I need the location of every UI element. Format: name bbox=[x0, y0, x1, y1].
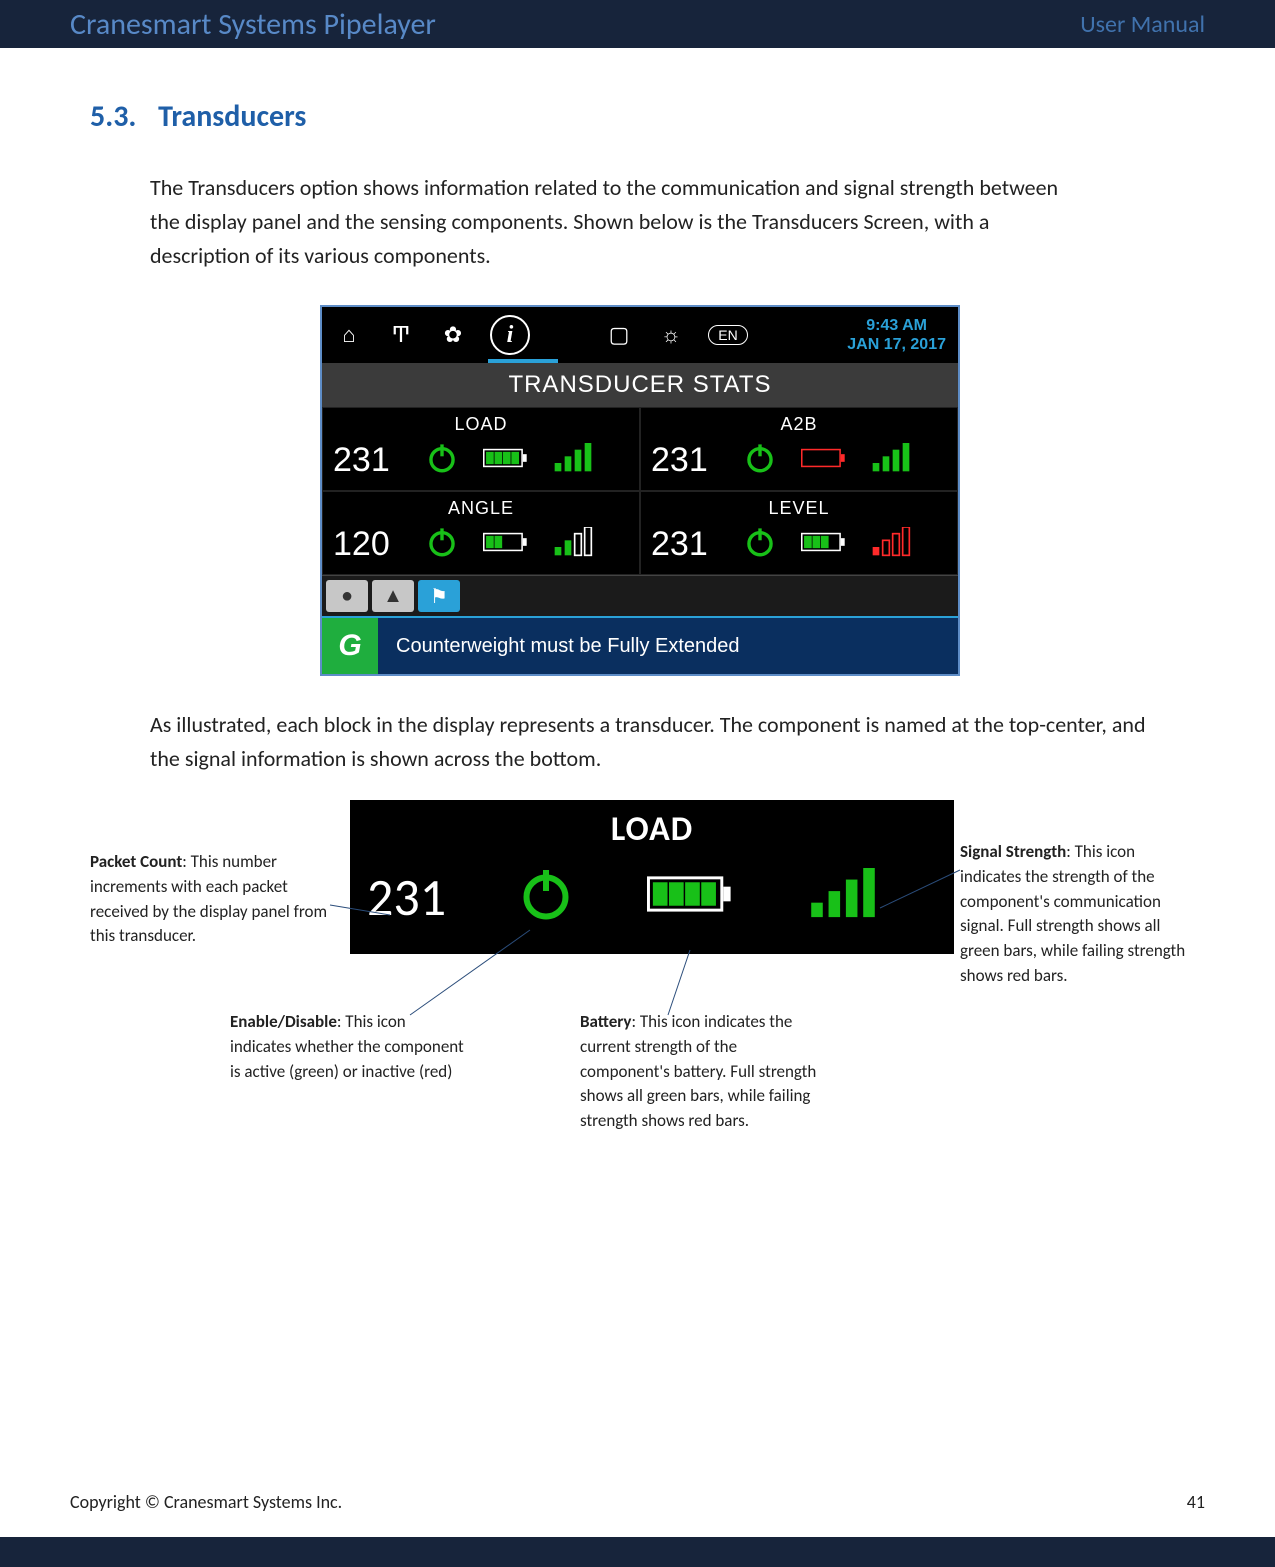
note-battery: Battery: This icon indicates the current… bbox=[580, 1010, 820, 1133]
power-icon bbox=[743, 441, 777, 480]
hook-icon[interactable]: Ͳ bbox=[386, 322, 416, 348]
device-screenshot: ⌂ Ͳ ✿ i ▢ ☼ EN 9:43 AM JAN 17, 2017 TRAN… bbox=[320, 305, 960, 676]
brightness-icon[interactable]: ☼ bbox=[656, 322, 686, 348]
power-icon bbox=[425, 525, 459, 564]
cell-label: A2B bbox=[651, 414, 947, 435]
note-title: Signal Strength bbox=[960, 841, 1066, 862]
copyright-text: Copyright © Cranesmart Systems Inc. bbox=[70, 1491, 342, 1513]
gear-icon[interactable]: ✿ bbox=[438, 322, 468, 348]
annotated-figure: LOAD 231 Packet Count: This number incre… bbox=[90, 800, 1185, 1200]
packet-count: 231 bbox=[333, 441, 401, 480]
transducer-grid: LOAD 231 A2B 231 bbox=[322, 407, 958, 575]
note-title: Enable/Disable bbox=[230, 1011, 337, 1032]
clock-datetime: 9:43 AM JAN 17, 2017 bbox=[847, 316, 946, 354]
product-title: Cranesmart Systems Pipelayer bbox=[70, 6, 436, 43]
stats-title: TRANSDUCER STATS bbox=[322, 363, 958, 407]
tab-warning-icon[interactable]: ▲ bbox=[372, 580, 414, 612]
section-title: Transducers bbox=[158, 98, 306, 135]
note-signal: Signal Strength: This icon indicates the… bbox=[960, 840, 1190, 988]
cell-level: LEVEL 231 bbox=[640, 491, 958, 575]
packet-count: 120 bbox=[333, 525, 401, 564]
page-number: 41 bbox=[1187, 1491, 1205, 1513]
battery-icon bbox=[483, 445, 529, 476]
doc-header: Cranesmart Systems Pipelayer User Manual bbox=[0, 0, 1275, 48]
note-packet-count: Packet Count: This number increments wit… bbox=[90, 850, 330, 949]
doc-type: User Manual bbox=[1080, 10, 1205, 39]
after-paragraph: As illustrated, each block in the displa… bbox=[150, 708, 1160, 776]
packet-count: 231 bbox=[651, 441, 719, 480]
time-text: 9:43 AM bbox=[847, 316, 946, 335]
signal-icon bbox=[553, 527, 593, 562]
alert-tabs: ● ▲ ⚑ bbox=[322, 575, 958, 618]
section-heading: 5.3. Transducers bbox=[90, 98, 1185, 135]
note-title: Packet Count bbox=[90, 851, 182, 872]
message-badge-icon: G bbox=[322, 618, 378, 674]
signal-icon bbox=[871, 443, 911, 478]
section-number: 5.3. bbox=[90, 98, 136, 135]
intro-paragraph: The Transducers option shows information… bbox=[150, 171, 1070, 273]
cell-label: ANGLE bbox=[333, 498, 629, 519]
cell-label: LOAD bbox=[333, 414, 629, 435]
power-icon bbox=[425, 441, 459, 480]
date-text: JAN 17, 2017 bbox=[847, 335, 946, 354]
battery-icon bbox=[801, 529, 847, 560]
cell-a2b: A2B 231 bbox=[640, 407, 958, 491]
signal-icon bbox=[553, 443, 593, 478]
language-icon[interactable]: EN bbox=[708, 325, 748, 345]
power-icon bbox=[743, 525, 777, 564]
message-bar: G Counterweight must be Fully Extended bbox=[322, 618, 958, 674]
info-icon[interactable]: i bbox=[490, 315, 530, 355]
note-enable: Enable/Disable: This icon indicates whet… bbox=[230, 1010, 470, 1084]
page-footer: Copyright © Cranesmart Systems Inc. 41 bbox=[0, 1491, 1275, 1513]
packet-count: 231 bbox=[651, 525, 719, 564]
signal-icon bbox=[871, 527, 911, 562]
note-title: Battery bbox=[580, 1011, 631, 1032]
home-icon[interactable]: ⌂ bbox=[334, 322, 364, 348]
battery-icon bbox=[483, 529, 529, 560]
user-icon[interactable]: ▢ bbox=[604, 322, 634, 348]
footer-bar bbox=[0, 1537, 1275, 1567]
note-body: : This icon indicates the strength of th… bbox=[960, 841, 1185, 985]
message-text: Counterweight must be Fully Extended bbox=[378, 635, 758, 658]
tab-flag-icon[interactable]: ⚑ bbox=[418, 580, 460, 612]
cell-angle: ANGLE 120 bbox=[322, 491, 640, 575]
battery-icon bbox=[801, 445, 847, 476]
cell-load: LOAD 231 bbox=[322, 407, 640, 491]
device-top-strip: ⌂ Ͳ ✿ i ▢ ☼ EN 9:43 AM JAN 17, 2017 bbox=[322, 307, 958, 363]
tab-info-icon[interactable]: ● bbox=[326, 580, 368, 612]
cell-label: LEVEL bbox=[651, 498, 947, 519]
